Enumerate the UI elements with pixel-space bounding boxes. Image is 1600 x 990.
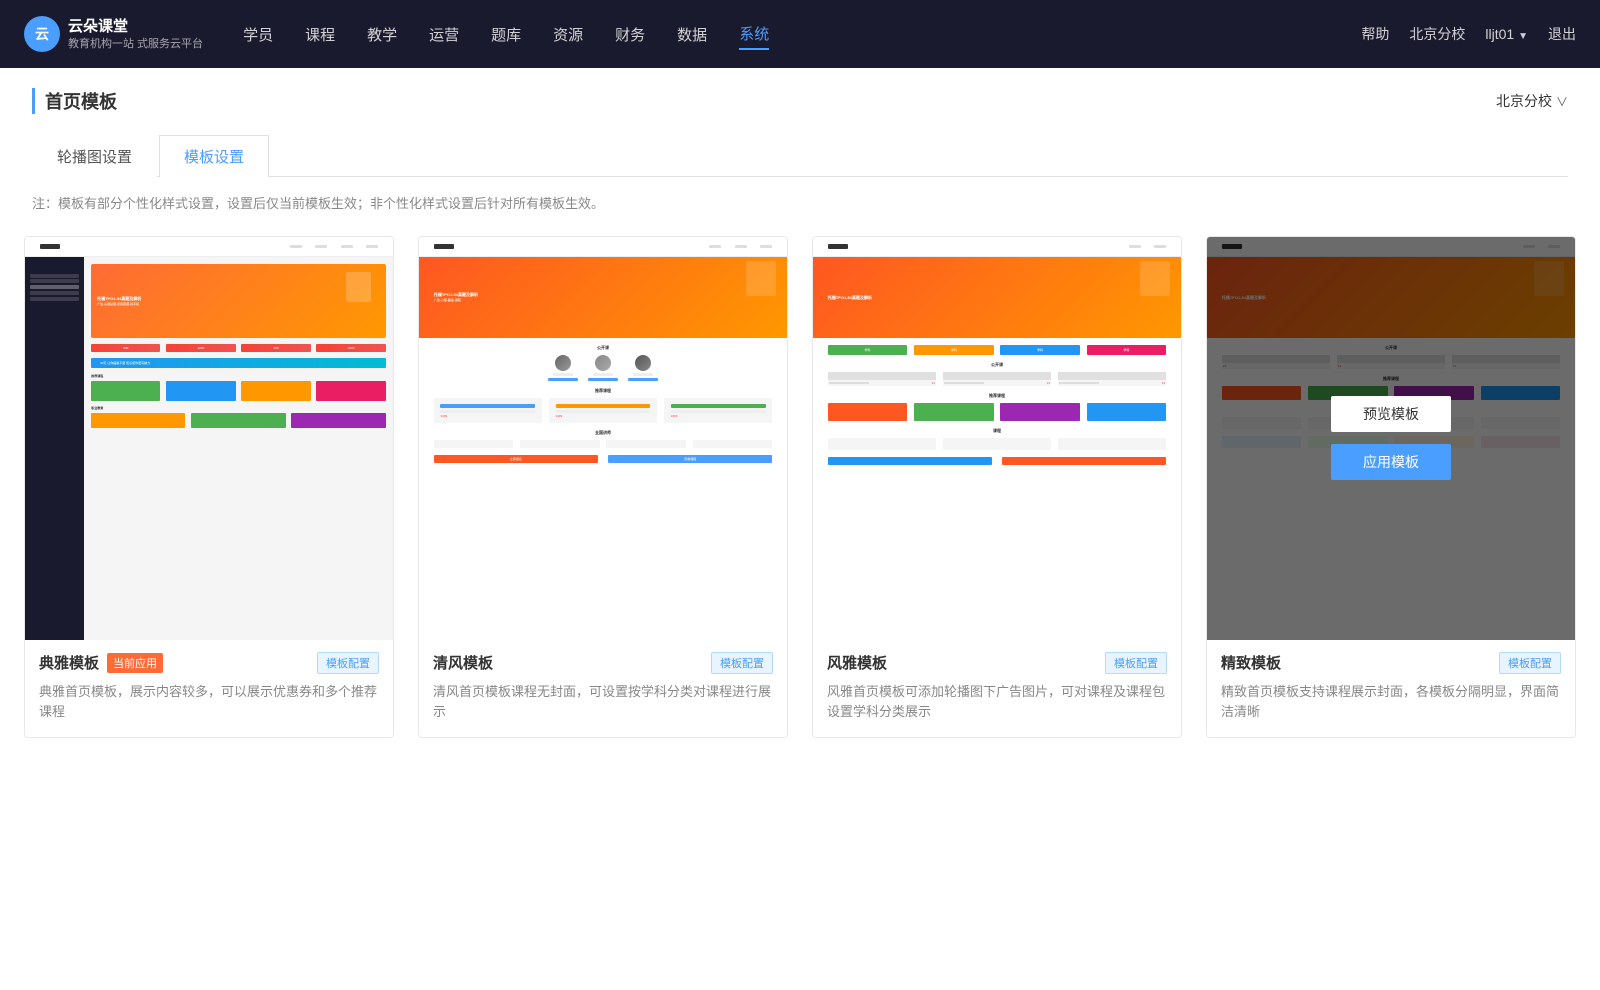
- template-desc-elegant: 典雅首页模板，展示内容较多，可以展示优惠券和多个推荐课程: [39, 682, 379, 724]
- nav-ziyuan[interactable]: 资源: [553, 20, 583, 49]
- precise-overlay: 预览模板 应用模板: [1207, 237, 1575, 640]
- nav-kecheng[interactable]: 课程: [305, 20, 335, 49]
- logo[interactable]: 云 云朵课堂 教育机构一站 式服务云平台: [24, 16, 203, 52]
- template-name-clean: 清风模板: [433, 652, 493, 673]
- page-title: 首页模板: [32, 88, 117, 114]
- note-text: 注：模板有部分个性化样式设置，设置后仅当前模板生效；非个性化样式设置后针对所有模…: [32, 193, 1568, 212]
- template-desc-clean: 清风首页模板课程无封面，可设置按学科分类对课程进行展示: [433, 682, 773, 724]
- templates-area: 托福TPO1-54真题及解析 广告·心理总理·实际报道·用手机 ¥30: [0, 228, 1600, 778]
- page-header: 首页模板 北京分校 ∨: [0, 68, 1600, 114]
- template-preview-wind[interactable]: 托福TPO1-54真题及解析 学科 学科 学科 学科 公开课: [813, 237, 1181, 640]
- template-name-wind: 风雅模板: [827, 652, 887, 673]
- template-card-body-elegant: 典雅模板 当前应用 模板配置 典雅首页模板，展示内容较多，可以展示优惠券和多个推…: [25, 640, 393, 738]
- template-name-elegant: 典雅模板: [39, 652, 99, 673]
- nav-shuju[interactable]: 数据: [677, 20, 707, 49]
- config-button-wind[interactable]: 模板配置: [1105, 652, 1167, 674]
- templates-grid: 托福TPO1-54真题及解析 广告·心理总理·实际报道·用手机 ¥30: [24, 236, 1576, 738]
- template-card-body-precise: 精致模板 模板配置 精致首页模板支持课程展示封面，各模板分隔明显，界面简洁清晰: [1207, 640, 1575, 738]
- nav-xitong[interactable]: 系统: [739, 19, 769, 50]
- user-dropdown[interactable]: lljt01 ▼: [1485, 26, 1528, 42]
- template-name-row-wind: 风雅模板 模板配置: [827, 652, 1167, 674]
- config-button-clean[interactable]: 模板配置: [711, 652, 773, 674]
- nav-caiwu[interactable]: 财务: [615, 20, 645, 49]
- nav-tiku[interactable]: 题库: [491, 20, 521, 49]
- config-button-elegant[interactable]: 模板配置: [317, 652, 379, 674]
- chevron-down-icon: ∨: [1556, 93, 1568, 110]
- template-name-row-elegant: 典雅模板 当前应用 模板配置: [39, 652, 379, 674]
- template-name-row-clean: 清风模板 模板配置: [433, 652, 773, 674]
- template-desc-precise: 精致首页模板支持课程展示封面，各模板分隔明显，界面简洁清晰: [1221, 682, 1561, 724]
- help-link[interactable]: 帮助: [1361, 24, 1389, 44]
- template-preview-elegant[interactable]: 托福TPO1-54真题及解析 广告·心理总理·实际报道·用手机 ¥30: [25, 237, 393, 640]
- logo-text: 云朵课堂 教育机构一站 式服务云平台: [68, 17, 203, 51]
- preview-template-button-precise[interactable]: 预览模板: [1331, 396, 1451, 432]
- template-card-clean: 托福TPO1-54真题及解析 广告·心理·基础·课程 公开课: [418, 236, 788, 738]
- template-name-row-precise: 精致模板 模板配置: [1221, 652, 1561, 674]
- branch-label: 北京分校: [1496, 91, 1552, 111]
- config-button-precise[interactable]: 模板配置: [1499, 652, 1561, 674]
- template-card-body-wind: 风雅模板 模板配置 风雅首页模板可添加轮播图下广告图片，可对课程及课程包设置学科…: [813, 640, 1181, 738]
- nav-xueyuan[interactable]: 学员: [243, 20, 273, 49]
- page-container: 首页模板 北京分校 ∨ 轮播图设置 模板设置 注：模板有部分个性化样式设置，设置…: [0, 68, 1600, 990]
- template-preview-precise[interactable]: 托福TPO1-54真题及解析 公开课 ¥1: [1207, 237, 1575, 640]
- navbar-menu: 学员 课程 教学 运营 题库 资源 财务 数据 系统: [243, 19, 1361, 50]
- template-name-precise: 精致模板: [1221, 652, 1281, 673]
- apply-template-button-precise[interactable]: 应用模板: [1331, 444, 1451, 480]
- navbar-right: 帮助 北京分校 lljt01 ▼ 退出: [1361, 24, 1576, 44]
- branch-link[interactable]: 北京分校: [1409, 24, 1465, 44]
- note-area: 注：模板有部分个性化样式设置，设置后仅当前模板生效；非个性化样式设置后针对所有模…: [0, 177, 1600, 228]
- template-desc-wind: 风雅首页模板可添加轮播图下广告图片，可对课程及课程包设置学科分类展示: [827, 682, 1167, 724]
- badge-current-elegant: 当前应用: [107, 653, 163, 673]
- logo-icon: 云: [24, 16, 60, 52]
- template-card-precise: 托福TPO1-54真题及解析 公开课 ¥1: [1206, 236, 1576, 738]
- tabs: 轮播图设置 模板设置: [32, 134, 1568, 177]
- template-preview-clean[interactable]: 托福TPO1-54真题及解析 广告·心理·基础·课程 公开课: [419, 237, 787, 640]
- nav-jiaoxue[interactable]: 教学: [367, 20, 397, 49]
- template-card-elegant: 托福TPO1-54真题及解析 广告·心理总理·实际报道·用手机 ¥30: [24, 236, 394, 738]
- tab-banner[interactable]: 轮播图设置: [32, 135, 157, 177]
- navbar: 云 云朵课堂 教育机构一站 式服务云平台 学员 课程 教学 运营 题库 资源 财…: [0, 0, 1600, 68]
- nav-yunying[interactable]: 运营: [429, 20, 459, 49]
- tab-template[interactable]: 模板设置: [159, 135, 269, 177]
- template-card-body-clean: 清风模板 模板配置 清风首页模板课程无封面，可设置按学科分类对课程进行展示: [419, 640, 787, 738]
- tabs-area: 轮播图设置 模板设置: [0, 114, 1600, 177]
- branch-selector[interactable]: 北京分校 ∨: [1496, 91, 1568, 111]
- logout-link[interactable]: 退出: [1548, 24, 1576, 44]
- template-card-wind: 托福TPO1-54真题及解析 学科 学科 学科 学科 公开课: [812, 236, 1182, 738]
